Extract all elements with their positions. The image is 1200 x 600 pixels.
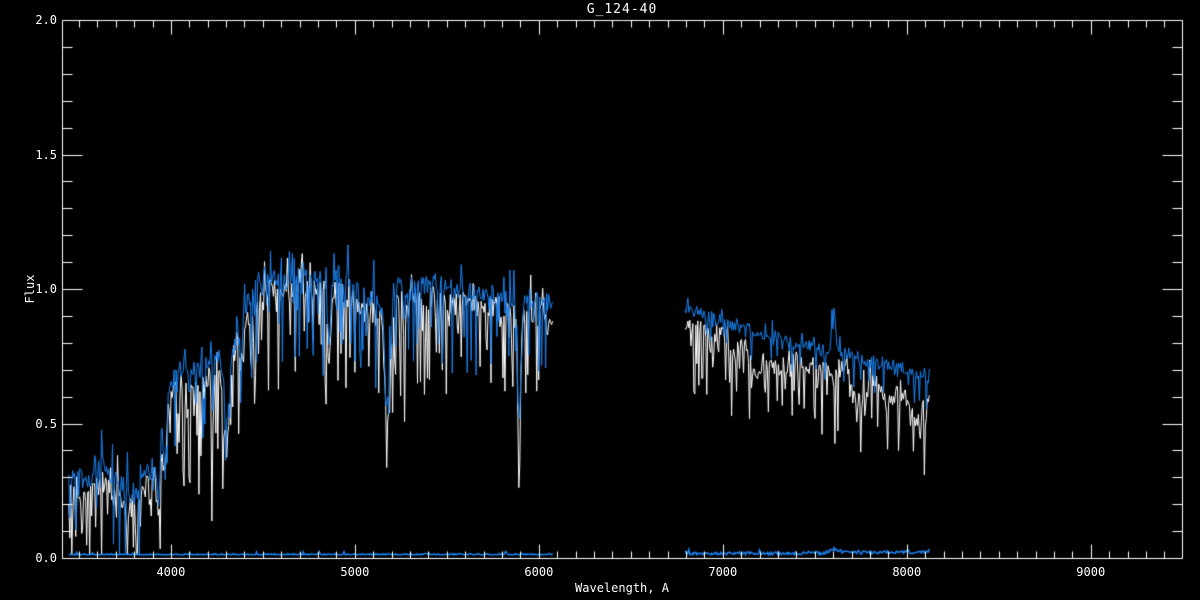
y-tick-label: 0.5 [35,416,57,431]
x-tick-label: 6000 [524,565,554,579]
x-tick-label: 9000 [1076,565,1106,579]
x-tick-label: 8000 [892,565,922,579]
x-axis-title: Wavelength, A [575,581,669,595]
spectrum-canvas [0,0,1200,600]
y-tick-label: 2.0 [35,13,57,27]
x-tick-label: 5000 [340,565,370,579]
x-tick-label: 4000 [156,565,186,579]
x-tick-label: 7000 [708,565,738,579]
y-tick-label: 1.5 [35,147,57,162]
chart-title: G_124-40 [586,2,658,17]
y-tick-label: 1.0 [35,282,57,296]
y-tick-label: 0.0 [35,551,57,565]
plot-window: G_124-40 Wavelength, A Flux 0.0 0.5 1.0 1.5… [0,0,1200,600]
